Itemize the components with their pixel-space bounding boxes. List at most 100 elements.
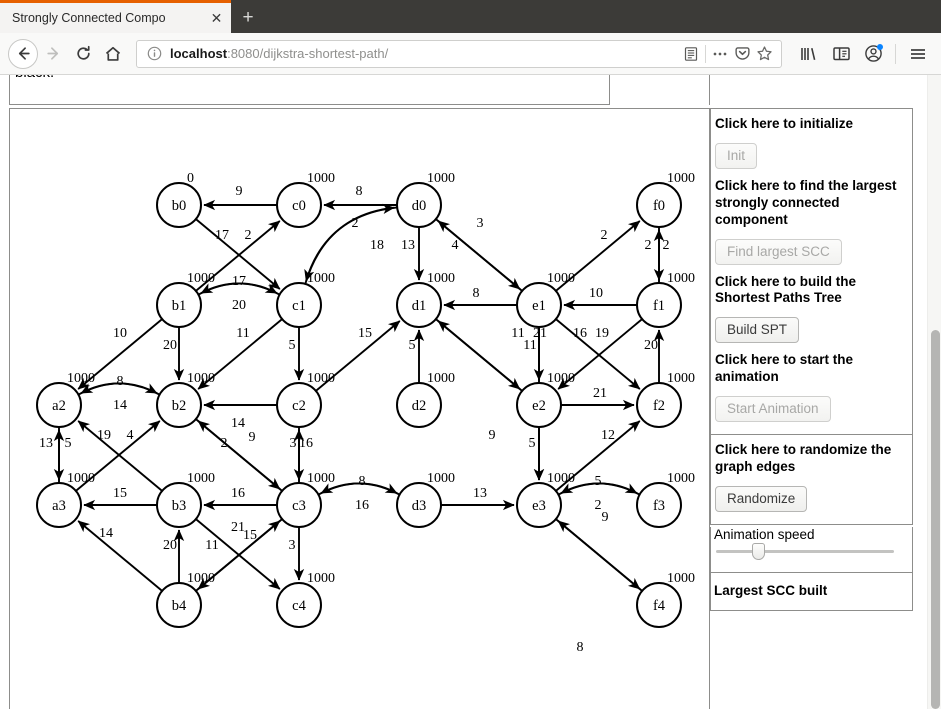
node-distance-label: 1000	[667, 371, 695, 386]
node-distance-label: 1000	[67, 371, 95, 386]
url-path: :8080/dijkstra-shortest-path/	[227, 46, 389, 61]
edge-weight-label: 2	[221, 436, 228, 451]
graph-node-f4[interactable]: f41000	[636, 571, 695, 628]
edge-weight-label: 10	[113, 326, 127, 341]
edge-weight-label: 13	[401, 238, 415, 253]
sidebar-icon[interactable]	[826, 39, 856, 69]
node-label: b1	[172, 298, 187, 314]
node-label: c3	[292, 498, 306, 514]
graph-node-f1[interactable]: f11000	[636, 271, 695, 328]
node-label: c4	[292, 598, 306, 614]
description-box-gutter	[610, 75, 710, 105]
graph-node-a3[interactable]: a31000	[36, 471, 95, 528]
library-icon[interactable]	[794, 39, 824, 69]
edge-weight-label: 8	[359, 474, 366, 489]
node-distance-label: 1000	[427, 371, 455, 386]
account-icon[interactable]	[858, 39, 888, 69]
bookmark-star-icon[interactable]	[753, 43, 775, 65]
graph-node-a2[interactable]: a21000	[36, 371, 95, 428]
node-distance-label: 1000	[427, 471, 455, 486]
home-icon[interactable]	[98, 39, 128, 69]
node-distance-label: 1000	[307, 571, 335, 586]
edge-weight-label: 11	[236, 326, 249, 341]
start-animation-button[interactable]: Start Animation	[715, 396, 831, 422]
edge-weight-label: 4	[127, 428, 134, 443]
node-distance-label: 1000	[667, 471, 695, 486]
graph-node-b0[interactable]: b00	[156, 171, 202, 228]
node-label: a2	[52, 398, 66, 414]
edge-weight-label: 9	[249, 430, 256, 445]
url-bar[interactable]: localhost:8080/dijkstra-shortest-path/	[136, 39, 782, 68]
edge-weight-label: 17	[215, 228, 229, 243]
hamburger-menu-icon[interactable]	[903, 39, 933, 69]
page-viewport: black. b00c01000d01000f01000b11000c11000…	[0, 75, 941, 709]
more-options-icon[interactable]	[709, 43, 731, 65]
node-label: f4	[653, 598, 666, 614]
graph-node-c2[interactable]: c21000	[276, 371, 335, 428]
node-label: f1	[653, 298, 665, 314]
browser-tab[interactable]: Strongly Connected Compo ✕	[0, 2, 231, 33]
node-label: c0	[292, 198, 306, 214]
graph-node-d3[interactable]: d31000	[396, 471, 455, 528]
randomize-button[interactable]: Randomize	[715, 485, 808, 512]
node-distance-label: 1000	[187, 271, 215, 286]
graph-node-d2[interactable]: d21000	[396, 371, 455, 428]
node-distance-label: 1000	[67, 471, 95, 486]
animation-speed-label: Animation speed	[714, 526, 815, 542]
init-button[interactable]: Init	[715, 142, 758, 169]
edge-weight-label: 15	[358, 326, 372, 341]
graph-node-c3[interactable]: c31000	[276, 471, 335, 528]
graph-node-b2[interactable]: b21000	[156, 371, 215, 428]
graph-node-d0[interactable]: d01000	[396, 171, 455, 228]
edge-weight-label: 11	[205, 538, 218, 553]
graph-node-e2[interactable]: e21000	[516, 371, 575, 428]
graph-node-c0[interactable]: c01000	[276, 171, 335, 228]
graph-node-b4[interactable]: b41000	[156, 571, 215, 628]
close-icon[interactable]: ✕	[208, 9, 225, 26]
animation-speed-slider[interactable]	[716, 544, 894, 559]
edge-weight-label: 3	[290, 436, 297, 451]
pocket-icon[interactable]	[731, 43, 753, 65]
node-distance-label: 1000	[547, 471, 575, 486]
node-distance-label: 1000	[427, 171, 455, 186]
edge-weight-label: 20	[163, 338, 177, 353]
node-distance-label: 1000	[307, 171, 335, 186]
edge-weight-label: 2	[352, 216, 359, 231]
new-tab-icon[interactable]: +	[231, 2, 265, 33]
graph-canvas-panel[interactable]: b0 0 c0 1000 d0 1000 f0 1000 b1 1000 c1 1000 d1 1000 e…	[9, 108, 710, 709]
graph-node-f3[interactable]: f31000	[636, 471, 695, 528]
start-animation-heading: Click here to start the animation	[715, 352, 854, 385]
edge-weight-label: 5	[65, 436, 72, 451]
edge-weight-label: 5	[595, 474, 602, 489]
find-largest-scc-button[interactable]: Find largest SCC	[715, 238, 842, 265]
edge-weight-label: 19	[97, 428, 111, 443]
edge-weight-label: 8	[356, 184, 363, 199]
sidebar-section-status: Largest SCC built	[710, 572, 913, 611]
control-sidebar: Click here to initialize Init Click here…	[710, 108, 913, 611]
build-spt-button[interactable]: Build SPT	[715, 317, 800, 344]
graph-node-b1[interactable]: b11000	[156, 271, 215, 328]
vertical-scrollbar[interactable]	[927, 75, 941, 709]
node-distance-label: 1000	[187, 471, 215, 486]
edge-weight-layer: 9 817 21720218 1334822 2102011515511 211116 19…	[39, 184, 670, 655]
graph-node-e1[interactable]: e11000	[516, 271, 575, 328]
edge-weight-label: 2	[595, 498, 602, 513]
graph-node-c4[interactable]: c41000	[276, 571, 335, 628]
scrollbar-thumb[interactable]	[931, 330, 940, 709]
sidebar-section-init: Click here to initialize Init Click here…	[710, 108, 913, 435]
graph-node-f0[interactable]: f01000	[636, 171, 695, 228]
edge-weight-label: 14	[113, 398, 127, 413]
node-label: d3	[412, 498, 427, 514]
tab-strip: Strongly Connected Compo ✕ +	[0, 0, 941, 33]
graph-node-e3[interactable]: e31000	[516, 471, 575, 528]
edge-weight-label: 11	[523, 338, 536, 353]
info-icon[interactable]	[147, 46, 162, 61]
graph-node-d1[interactable]: d11000	[396, 271, 455, 328]
reader-view-icon[interactable]	[680, 43, 702, 65]
graph-node-b3[interactable]: b31000	[156, 471, 215, 528]
reload-icon[interactable]	[68, 39, 98, 69]
node-label: b3	[172, 498, 187, 514]
graph-node-f2[interactable]: f21000	[636, 371, 695, 428]
status-text: Largest SCC built	[714, 582, 828, 598]
back-icon[interactable]	[8, 38, 38, 69]
